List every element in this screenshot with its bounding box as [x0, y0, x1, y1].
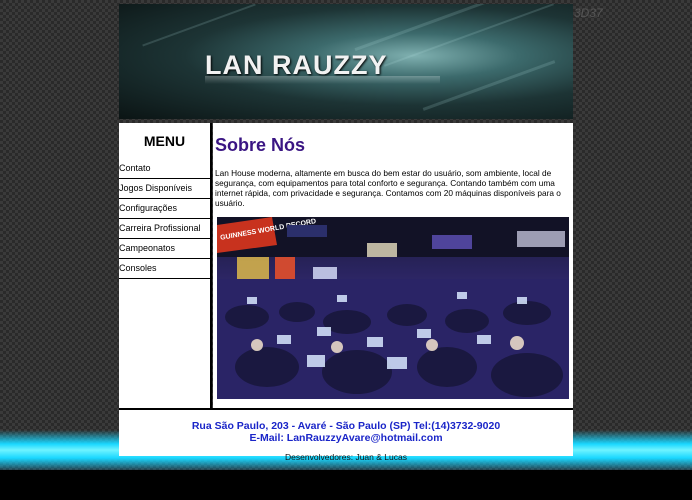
- banner-reflection: [205, 76, 440, 84]
- site-container: LAN RAUZZY MENU Contato Jogos Disponívei…: [119, 4, 573, 456]
- page-title: Sobre Nós: [215, 135, 306, 155]
- background-bottom: [0, 470, 692, 500]
- menu-item-campeonatos[interactable]: Campeonatos: [119, 239, 210, 259]
- menu-list: Contato Jogos Disponíveis Configurações …: [119, 159, 210, 279]
- corner-watermark: 3D37: [574, 6, 603, 20]
- lan-event-photo: GUINNESS WORLD RECORD: [217, 217, 569, 399]
- header-banner: LAN RAUZZY: [119, 4, 573, 119]
- menu-item-carreira-profissional[interactable]: Carreira Profissional: [119, 219, 210, 239]
- menu-item-configuracoes[interactable]: Configurações: [119, 199, 210, 219]
- developers-credit: Desenvolvedores: Juan & Lucas: [285, 452, 407, 462]
- menu-title: MENU: [143, 133, 186, 149]
- main-content: Sobre Nós Lan House moderna, altamente e…: [213, 123, 573, 408]
- menu-item-consoles[interactable]: Consoles: [119, 259, 210, 279]
- footer-email[interactable]: E-Mail: LanRauzzyAvare@hotmail.com: [119, 432, 573, 444]
- about-paragraph: Lan House moderna, altamente em busca do…: [215, 168, 561, 208]
- footer-address: Rua São Paulo, 203 - Avaré - São Paulo (…: [191, 420, 501, 432]
- footer: Rua São Paulo, 203 - Avaré - São Paulo (…: [119, 408, 573, 456]
- sidebar-menu: MENU Contato Jogos Disponíveis Configura…: [119, 123, 212, 408]
- menu-item-jogos-disponiveis[interactable]: Jogos Disponíveis: [119, 179, 210, 199]
- menu-item-contato[interactable]: Contato: [119, 159, 210, 179]
